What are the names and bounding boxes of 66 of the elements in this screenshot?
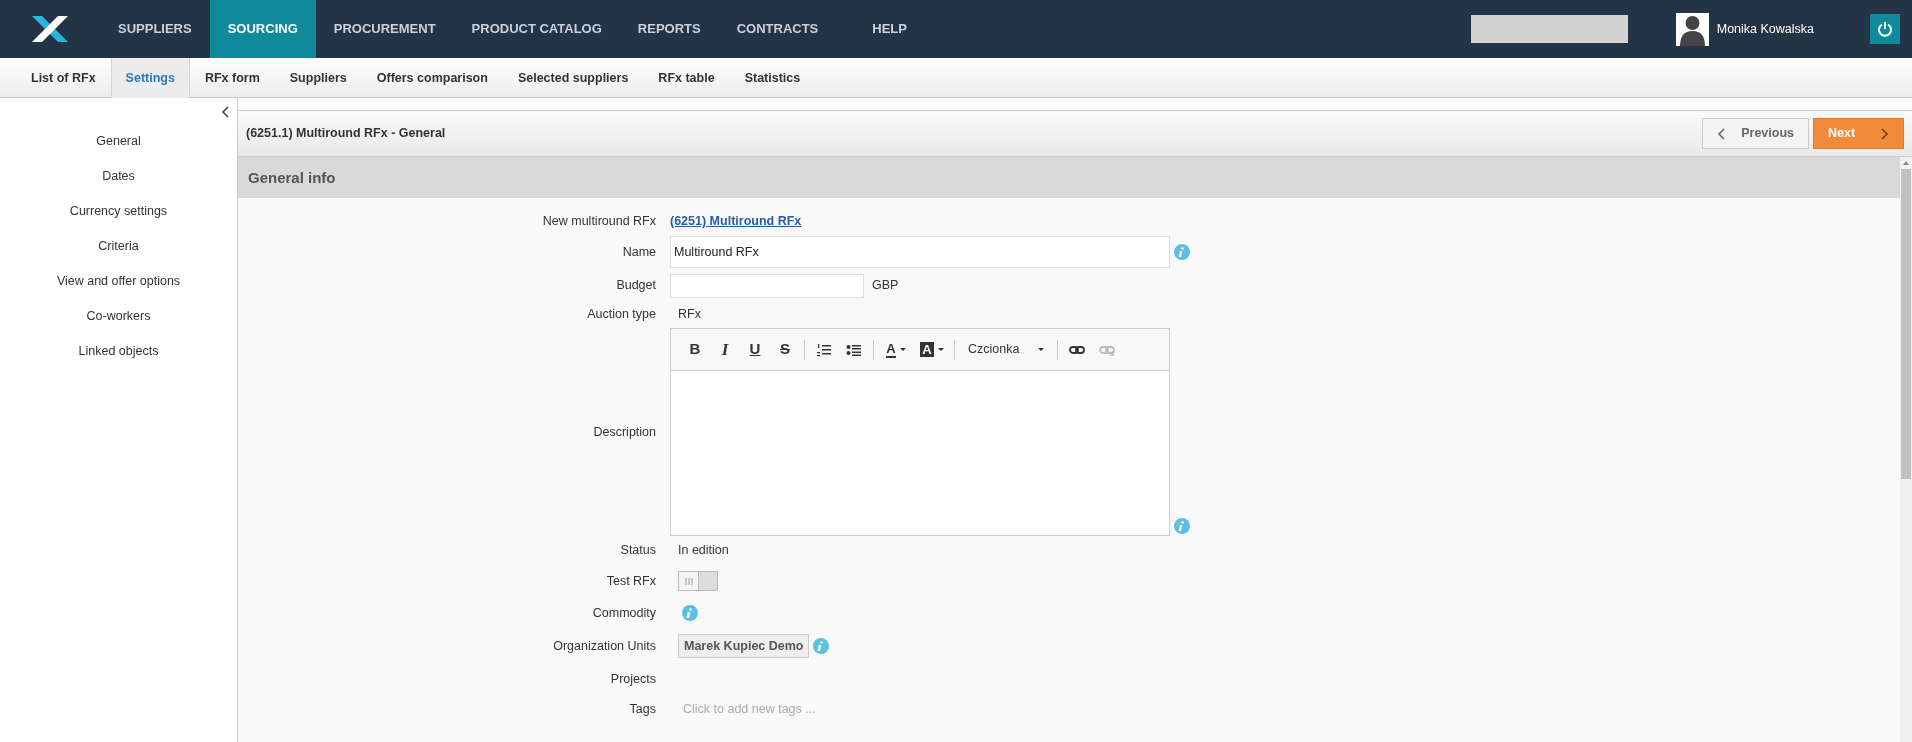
sub-tab[interactable]: RFx form	[189, 58, 275, 98]
font-dropdown[interactable]: Czcionka	[960, 336, 1052, 363]
previous-button[interactable]: Previous	[1702, 118, 1809, 149]
text-color-button[interactable]: A	[879, 336, 913, 363]
text-editor[interactable]: B I U S A A Czcionka	[670, 328, 1170, 536]
nav-tab[interactable]: REPORTS	[619, 0, 719, 58]
field-label: Name	[621, 243, 657, 261]
sidebar-item[interactable]: Linked objects	[0, 334, 237, 369]
search-field[interactable]	[1470, 15, 1628, 43]
sub-tab[interactable]: Selected suppliers	[502, 58, 644, 98]
org-unit-tag: Marek Kupiec Demo	[678, 633, 810, 659]
power-icon	[1877, 21, 1893, 37]
sidebar-item[interactable]: Dates	[0, 159, 237, 194]
nav-tab[interactable]: HELP	[854, 0, 925, 58]
field-value: RFx	[677, 305, 701, 323]
caret-icon	[937, 347, 944, 352]
field-label: Budget	[615, 277, 657, 295]
toggle-switch[interactable]	[678, 571, 718, 591]
power-button[interactable]	[1870, 14, 1900, 44]
field-label: Tags	[628, 700, 657, 718]
field-label: Projects	[609, 670, 657, 688]
scroll-thumb[interactable]	[1901, 169, 1911, 479]
field-label: Description	[592, 423, 657, 441]
budget-field[interactable]	[670, 273, 864, 298]
section-title: General info	[238, 157, 1900, 198]
chevron-left-icon	[1717, 127, 1726, 140]
sub-tab[interactable]: Statistics	[729, 58, 816, 98]
sidebar-item[interactable]: Criteria	[0, 229, 237, 264]
grip-icon	[684, 577, 693, 585]
nav-tab[interactable]: PRODUCT CATALOG	[453, 0, 620, 58]
logo-icon	[30, 14, 70, 44]
name-field[interactable]: Multiround RFx	[670, 236, 1170, 268]
field-label: Commodity	[591, 604, 657, 622]
caret-icon	[899, 347, 906, 352]
field-label: Test RFx	[605, 572, 657, 590]
nav-tab[interactable]: SOURCING	[209, 0, 316, 58]
sub-tab[interactable]: Suppliers	[274, 58, 362, 98]
italic-button[interactable]: I	[711, 336, 739, 363]
panel-title: (6251.1) Multiround RFx - General	[246, 125, 447, 143]
avatar	[1675, 12, 1709, 46]
sub-tab[interactable]: RFx table	[643, 58, 730, 98]
sub-tab[interactable]: Settings	[110, 58, 190, 98]
underline-button[interactable]: U	[741, 336, 769, 363]
sub-tab[interactable]: List of RFx	[16, 58, 111, 98]
highlight-color-button[interactable]: A	[915, 336, 949, 363]
field-label: Organization Units	[552, 637, 657, 655]
sub-tab[interactable]: Offers comparison	[361, 58, 503, 98]
caret-icon	[1038, 347, 1044, 352]
sidebar-item[interactable]: Co-workers	[0, 299, 237, 334]
collapse-button[interactable]	[221, 106, 229, 118]
field-label: Auction type	[586, 305, 657, 323]
sidebar-item[interactable]: General	[0, 124, 237, 159]
bold-button[interactable]: B	[681, 336, 709, 363]
nav-tab[interactable]: SUPPLIERS	[100, 0, 210, 58]
currency-label: GBP	[872, 277, 899, 295]
strikethrough-button[interactable]: S	[771, 336, 799, 363]
field-label: New multiround RFx	[541, 212, 657, 230]
field-value: In edition	[677, 541, 729, 559]
chevron-right-icon	[1881, 127, 1889, 140]
user-name: Monika Kowalska	[1716, 20, 1814, 38]
field-label: Status	[619, 541, 657, 559]
sidebar-item[interactable]: Currency settings	[0, 194, 237, 229]
nav-tab[interactable]: CONTRACTS	[718, 0, 837, 58]
sidebar-item[interactable]: View and offer options	[0, 264, 237, 299]
rfx-link[interactable]: (6251) Multiround RFx	[670, 211, 802, 231]
nav-tab[interactable]: PROCUREMENT	[315, 0, 454, 58]
